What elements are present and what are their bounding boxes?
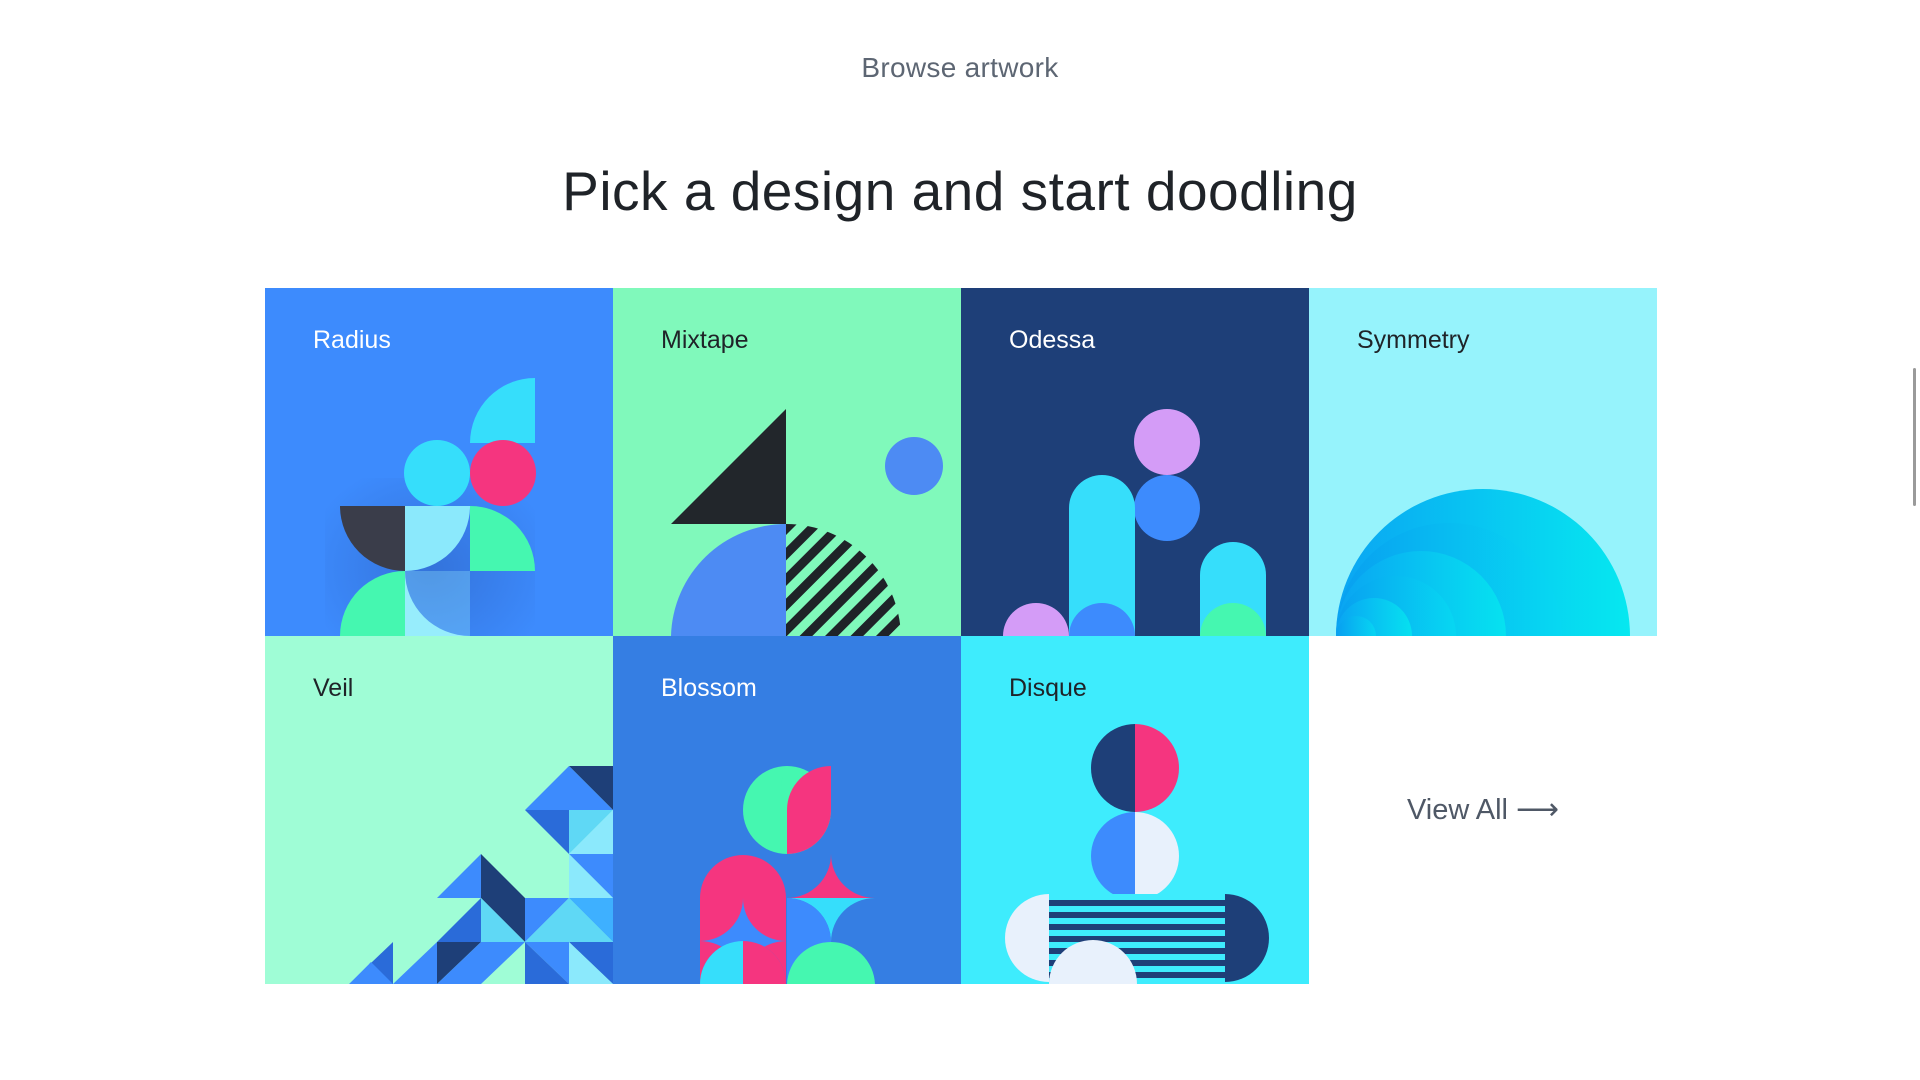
view-all-label-row: View All ⟶ bbox=[1407, 794, 1559, 827]
artwork-title: Radius bbox=[313, 326, 391, 354]
artwork-title: Mixtape bbox=[661, 326, 749, 354]
artwork-card-disque[interactable]: Disque bbox=[961, 636, 1309, 984]
view-all-label: View All bbox=[1406, 793, 1508, 826]
artwork-card-blossom[interactable]: Blossom bbox=[613, 636, 961, 984]
artwork-title: Veil bbox=[313, 674, 354, 702]
page: Browse artwork Pick a design and start d… bbox=[0, 0, 1920, 1080]
artwork-title: Blossom bbox=[661, 674, 757, 702]
artwork-card-radius[interactable]: Radius bbox=[265, 288, 613, 636]
artwork-card-odessa[interactable]: Odessa bbox=[961, 288, 1309, 636]
page-headline: Pick a design and start doodling bbox=[562, 159, 1358, 222]
artwork-title: Odessa bbox=[1009, 326, 1096, 354]
artwork-title: Symmetry bbox=[1357, 326, 1470, 354]
artwork-grid: Radius Mixtape Odessa Symmetry Veil Blos… bbox=[265, 288, 1657, 984]
section-eyebrow: Browse artwork bbox=[861, 52, 1059, 83]
artwork-card-symmetry[interactable]: Symmetry bbox=[1309, 288, 1657, 636]
artwork-card-mixtape[interactable]: Mixtape bbox=[613, 288, 961, 636]
view-all-link[interactable]: View All ⟶ bbox=[1309, 636, 1657, 984]
scrollbar-thumb[interactable] bbox=[1913, 368, 1916, 506]
arrow-right-icon: ⟶ bbox=[1516, 793, 1560, 826]
artwork-title: Disque bbox=[1009, 674, 1087, 702]
artwork-card-veil[interactable]: Veil bbox=[265, 636, 613, 984]
